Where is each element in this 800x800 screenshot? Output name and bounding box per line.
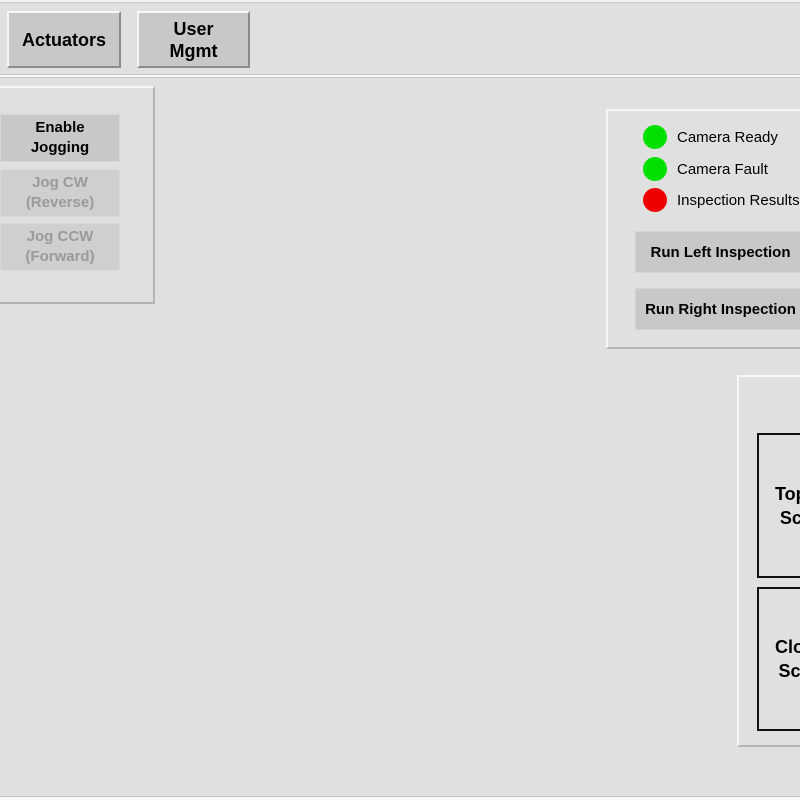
inspection-results-status: Inspection Results [643, 188, 800, 212]
inspection-results-label: Inspection Results [677, 191, 800, 209]
inspection-results-indicator [643, 188, 667, 212]
camera-fault-indicator [643, 157, 667, 181]
camera-ready-label: Camera Ready [677, 128, 778, 146]
top-border [0, 0, 800, 3]
jog-ccw-button[interactable]: Jog CCW (Forward) [0, 223, 120, 271]
inspection-panel: Camera Ready Camera Fault Inspection Res… [606, 109, 800, 349]
actuators-button[interactable]: Actuators [7, 11, 121, 68]
run-left-inspection-button[interactable]: Run Left Inspection [635, 231, 800, 273]
screen-nav-panel: Top Sc Clo Sc [737, 375, 800, 747]
jog-cw-button[interactable]: Jog CW (Reverse) [0, 169, 120, 217]
bottom-border [0, 796, 800, 800]
user-mgmt-button[interactable]: User Mgmt [137, 11, 250, 68]
top-screen-button[interactable]: Top Sc [757, 433, 800, 578]
camera-fault-label: Camera Fault [677, 160, 768, 178]
enable-jogging-button[interactable]: Enable Jogging [0, 114, 120, 162]
nav-separator [0, 74, 800, 78]
run-right-inspection-button[interactable]: Run Right Inspection [635, 288, 800, 330]
jog-panel: Enable Jogging Jog CW (Reverse) Jog CCW … [0, 86, 155, 304]
camera-ready-status: Camera Ready [643, 125, 778, 149]
camera-fault-status: Camera Fault [643, 157, 768, 181]
close-screen-button[interactable]: Clo Sc [757, 587, 800, 731]
camera-ready-indicator [643, 125, 667, 149]
